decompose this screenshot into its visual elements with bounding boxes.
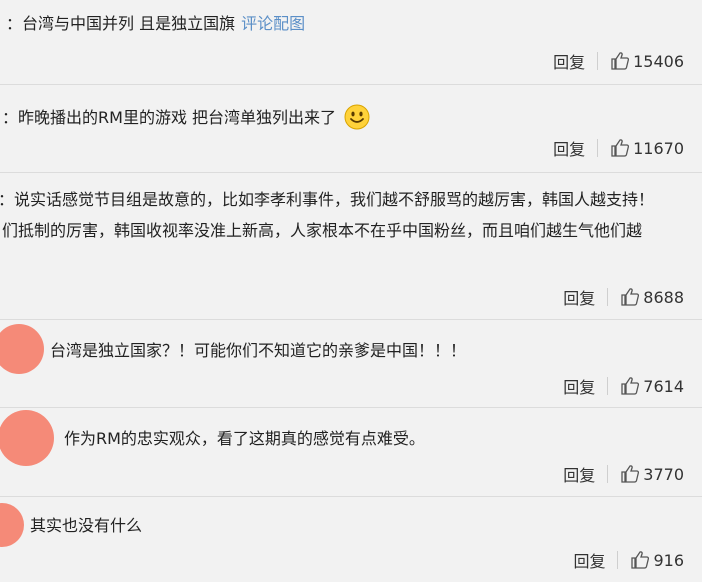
comment-text: 其实也没有什么 [30,516,143,535]
comment-text: 台湾与中国并列 且是独立国旗 [22,14,236,33]
comment-actions: 回复 3770 [563,462,684,486]
thumbs-up-icon [611,139,630,157]
like-count: 3770 [643,464,684,484]
comment-actions: 回复 8688 [563,285,684,309]
thumbs-up-icon [621,288,640,306]
divider [617,551,619,569]
like-button[interactable]: 7614 [620,376,684,396]
like-button[interactable]: 11670 [610,138,684,158]
reply-button[interactable]: 回复 [553,49,585,73]
avatar[interactable] [0,503,24,547]
comment-item: 台湾是独立国家？！可能你们不知道它的亲爹是中国！！！ 回复 7614 [0,320,702,407]
avatar[interactable] [0,410,54,466]
comment-text: 作为RM的忠实观众，看了这期真的感觉有点难受。 [64,429,425,448]
comment-item: ：说实话感觉节目组是故意的，比如李孝利事件，我们越不舒服骂的越厉害，韩国人越支持… [0,173,702,319]
comment-actions: 回复 15406 [553,49,684,73]
comment-item: 其实也没有什么 回复 916 [0,497,702,582]
reply-button[interactable]: 回复 [553,136,585,160]
reply-button[interactable]: 回复 [563,374,595,398]
like-count: 7614 [643,376,684,396]
like-button[interactable]: 8688 [620,287,684,307]
like-count: 8688 [643,287,684,307]
comment-actions: 回复 7614 [563,374,684,398]
reply-button[interactable]: 回复 [573,548,605,572]
thumbs-up-icon [611,52,630,70]
comment-item: ：台湾与中国并列 且是独立国旗 评论配图 回复 15406 [0,0,702,84]
comment-actions: 回复 11670 [553,136,684,160]
reply-button[interactable]: 回复 [563,285,595,309]
divider [607,465,609,483]
like-button[interactable]: 15406 [610,51,684,71]
like-count: 15406 [633,51,684,71]
comment-actions: 回复 916 [573,548,684,572]
like-count: 916 [653,550,684,570]
comment-prefix: ： [2,108,19,127]
comment-text: 台湾是独立国家？！可能你们不知道它的亲爹是中国！！！ [50,341,467,360]
thumbs-up-icon [621,465,640,483]
comment-text-line: 们抵制的厉害，韩国收视率没准上新高，人家根本不在乎中国粉丝，而且咱们越生气他们越 [2,221,643,240]
divider [607,377,609,395]
thumbs-up-icon [631,551,650,569]
comment-text-line: ：说实话感觉节目组是故意的，比如李孝利事件，我们越不舒服骂的越厉害，韩国人越支持… [0,190,655,209]
divider [607,288,609,306]
comment-prefix: ： [6,14,23,33]
like-button[interactable]: 916 [630,550,684,570]
divider [597,139,599,157]
avatar[interactable] [0,324,44,374]
comment-item: ：昨晚播出的RM里的游戏 把台湾单独列出来了 回复 11670 [0,85,702,170]
comment-image-link[interactable]: 评论配图 [241,14,305,33]
comment-item: 作为RM的忠实观众，看了这期真的感觉有点难受。 回复 3770 [0,408,702,496]
like-count: 11670 [633,138,684,158]
comment-text: 昨晚播出的RM里的游戏 把台湾单独列出来了 [18,108,337,127]
divider [597,52,599,70]
thumbs-up-icon [621,377,640,395]
smile-emoji-icon [344,104,370,130]
reply-button[interactable]: 回复 [563,462,595,486]
like-button[interactable]: 3770 [620,464,684,484]
